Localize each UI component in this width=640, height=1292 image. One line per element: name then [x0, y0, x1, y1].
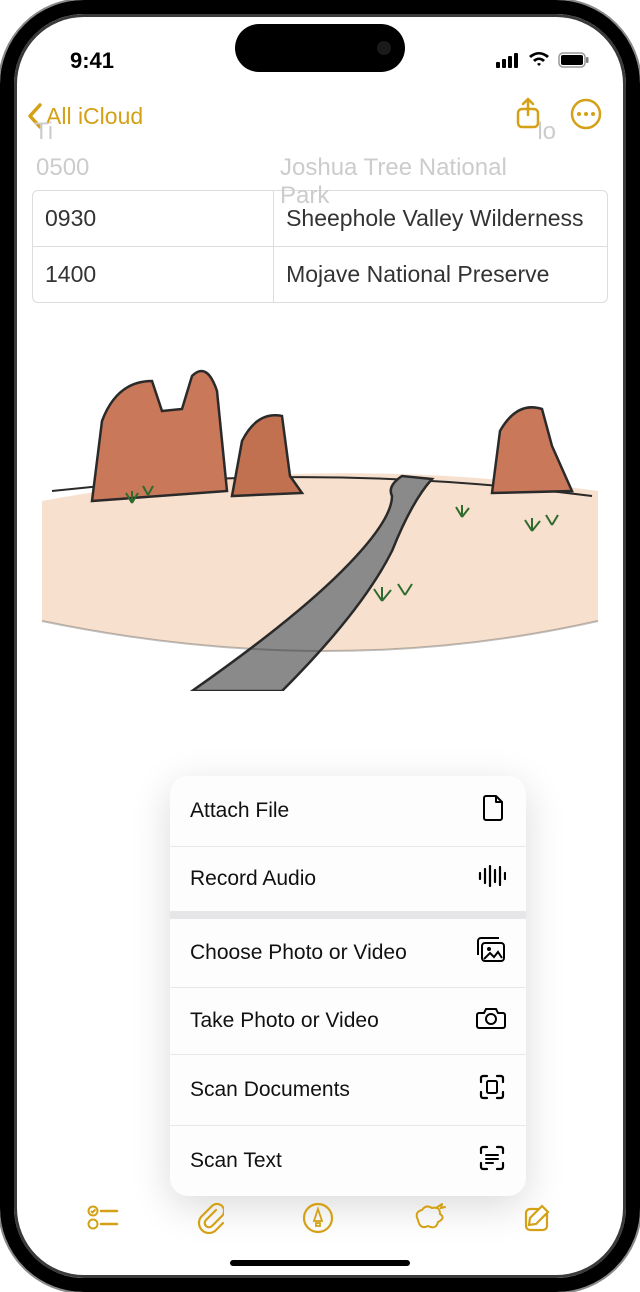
- bottom-toolbar: [28, 1190, 612, 1250]
- menu-label: Record Audio: [190, 867, 316, 891]
- back-label: All iCloud: [46, 103, 143, 130]
- menu-label: Choose Photo or Video: [190, 941, 407, 965]
- checklist-button[interactable]: [87, 1204, 119, 1237]
- nav-bar: All iCloud: [14, 86, 626, 146]
- markup-button[interactable]: [302, 1202, 334, 1239]
- desert-drawing: [32, 321, 608, 691]
- menu-scan-documents[interactable]: Scan Documents: [170, 1055, 526, 1126]
- cell-location[interactable]: Mojave National Preserve: [274, 247, 607, 302]
- menu-label: Attach File: [190, 799, 289, 823]
- ai-button[interactable]: [412, 1202, 446, 1239]
- status-time: 9:41: [70, 48, 114, 74]
- note-content: Ti lo 0500 Joshua Tree National Park 093…: [14, 190, 626, 691]
- faded-header-left: Ti: [34, 118, 53, 146]
- menu-take-photo[interactable]: Take Photo or Video: [170, 988, 526, 1055]
- menu-label: Scan Text: [190, 1149, 282, 1173]
- scan-doc-icon: [478, 1073, 506, 1107]
- attach-menu: Attach File Record Audio Choose Photo or…: [170, 776, 526, 1196]
- scan-text-icon: [478, 1144, 506, 1178]
- faded-header-right: lo: [537, 118, 556, 146]
- cellular-icon: [496, 48, 520, 74]
- menu-attach-file[interactable]: Attach File: [170, 776, 526, 847]
- wifi-icon: [528, 48, 550, 74]
- more-button[interactable]: [570, 98, 602, 135]
- menu-scan-text[interactable]: Scan Text: [170, 1126, 526, 1196]
- table-row[interactable]: 1400 Mojave National Preserve: [33, 247, 607, 302]
- compose-button[interactable]: [523, 1203, 553, 1238]
- cell-time[interactable]: 0930: [33, 191, 274, 246]
- waveform-icon: [478, 865, 506, 893]
- attach-button[interactable]: [196, 1202, 224, 1239]
- menu-record-audio[interactable]: Record Audio: [170, 847, 526, 911]
- battery-icon: [558, 48, 590, 74]
- faded-time: 0500: [36, 154, 89, 182]
- photo-library-icon: [476, 937, 506, 969]
- home-indicator[interactable]: [230, 1260, 410, 1266]
- faded-location: Joshua Tree National Park: [280, 154, 540, 210]
- menu-label: Take Photo or Video: [190, 1009, 379, 1033]
- menu-label: Scan Documents: [190, 1078, 350, 1102]
- menu-choose-photo[interactable]: Choose Photo or Video: [170, 919, 526, 988]
- file-icon: [482, 794, 506, 828]
- cell-time[interactable]: 1400: [33, 247, 274, 302]
- camera-icon: [476, 1006, 506, 1036]
